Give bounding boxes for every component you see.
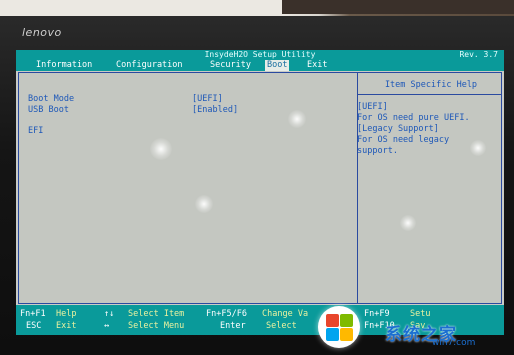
screen-glare xyxy=(195,195,213,213)
key-enter: Enter xyxy=(220,321,246,331)
menu-tab-configuration[interactable]: Configuration xyxy=(114,60,185,71)
help-line: For OS need pure UEFI. xyxy=(357,113,470,123)
usb-boot-value[interactable]: [Enabled] xyxy=(192,105,238,115)
revision-label: Rev. 3.7 xyxy=(459,50,498,59)
background-shadow xyxy=(282,0,514,14)
screen-glare xyxy=(150,138,172,160)
help-line: [UEFI] xyxy=(357,102,388,112)
key-up-down: ↑↓ xyxy=(104,309,115,319)
help-separator xyxy=(358,94,502,95)
key-change-values: Fn+F5/F6 xyxy=(206,309,247,319)
key-up-down-desc: Select Item xyxy=(128,309,185,319)
screen-glare xyxy=(470,140,486,156)
screen-glare xyxy=(288,110,306,128)
utility-title: InsydeH2O Setup Utility xyxy=(204,50,316,59)
help-line: [Legacy Support] xyxy=(357,124,439,134)
key-enter-desc: Select xyxy=(266,321,297,331)
key-esc-desc: Exit xyxy=(56,321,77,331)
screen-glare xyxy=(400,215,416,231)
boot-mode-label[interactable]: Boot Mode xyxy=(28,94,74,104)
key-left-right: ↔ xyxy=(104,321,110,331)
menu-tab-boot[interactable]: Boot xyxy=(265,60,290,71)
brand-logo: lenovo xyxy=(22,26,62,39)
key-left-right-desc: Select Menu xyxy=(128,321,185,331)
menu-tab-exit[interactable]: Exit xyxy=(305,60,329,71)
key-esc: ESC xyxy=(26,321,42,331)
boot-mode-value[interactable]: [UEFI] xyxy=(192,94,223,104)
help-title: Item Specific Help xyxy=(384,80,478,90)
usb-boot-label[interactable]: USB Boot xyxy=(28,105,69,115)
watermark-url: win7.com xyxy=(432,338,476,348)
key-help-desc: Help xyxy=(56,309,77,319)
efi-label[interactable]: EFI xyxy=(28,126,43,136)
menu-bar: Information Configuration Security Boot … xyxy=(16,60,504,71)
key-change-values-desc: Change Va xyxy=(262,309,309,319)
bios-screen: InsydeH2O Setup Utility Rev. 3.7 Informa… xyxy=(16,50,504,335)
windows-logo-icon xyxy=(318,306,360,348)
title-bar: InsydeH2O Setup Utility Rev. 3.7 xyxy=(16,50,504,60)
menu-tab-security[interactable]: Security xyxy=(208,60,253,71)
key-setup-defaults-desc: Setu xyxy=(410,309,431,319)
menu-tab-information[interactable]: Information xyxy=(34,60,94,71)
key-setup-defaults: Fn+F9 xyxy=(364,309,390,319)
key-help: Fn+F1 xyxy=(20,309,46,319)
